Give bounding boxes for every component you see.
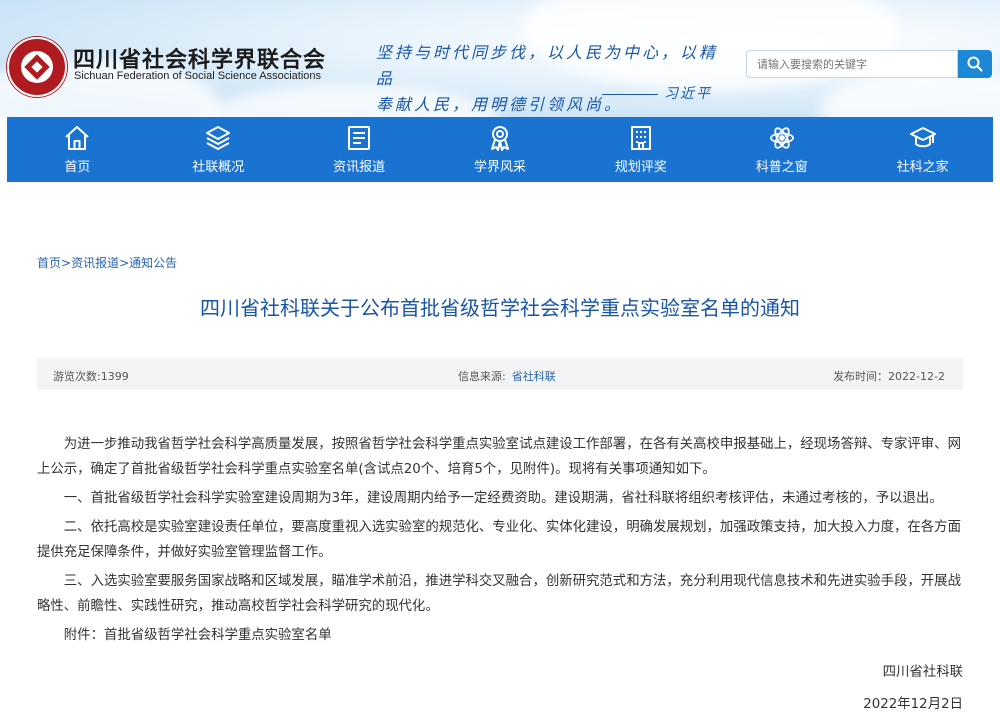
nav-item-label: 资讯报道 [333, 160, 386, 175]
site-name-english: Sichuan Federation of Social Science Ass… [74, 70, 322, 82]
breadcrumb-notice-link[interactable]: 通知公告 [129, 256, 177, 270]
dash-line [602, 93, 658, 95]
source-label: 信息来源: [458, 370, 506, 383]
breadcrumb-home-link[interactable]: 首页 [37, 256, 61, 270]
nav-item-scholars[interactable]: 学界风采 [430, 117, 571, 182]
nav-item-label: 规划评奖 [614, 160, 667, 175]
article-source: 信息来源: 省社科联 [458, 368, 556, 384]
graduation-cap-icon [909, 127, 936, 148]
layers-icon [206, 126, 231, 150]
header-quote: 坚持与时代同步伐，以人民为中心，以精品 奉献人民，用明德引领风尚。 [376, 40, 736, 117]
signature: 四川省社科联 [882, 665, 963, 680]
main-nav: 首页 社联概况 资讯报道 学界风采 规划评奖 科普之窗 社科之家 [7, 117, 993, 182]
attachment-line[interactable]: 附件：首批省级哲学社会科学重点实验室名单 [37, 623, 963, 648]
search-button[interactable] [958, 50, 992, 78]
nav-item-label: 首页 [64, 160, 91, 175]
breadcrumb: 首页>资讯报道>通知公告 [37, 254, 177, 271]
home-icon [65, 126, 90, 150]
nav-item-planning[interactable]: 规划评奖 [570, 117, 711, 182]
nav-item-news[interactable]: 资讯报道 [289, 117, 430, 182]
atom-icon [769, 127, 794, 149]
publish-date: 发布时间：2022-12-2 [833, 370, 945, 383]
federation-emblem-logo[interactable] [7, 37, 67, 97]
nav-item-home-of-social-science[interactable]: 社科之家 [852, 117, 993, 182]
news-icon [348, 126, 371, 150]
quote-author: 习近平 [602, 83, 712, 103]
award-icon [491, 126, 509, 151]
article-paragraph: 为进一步推动我省哲学社会科学高质量发展，按照省哲学社会科学重点实验室试点建设工作… [37, 437, 961, 477]
breadcrumb-news-link[interactable]: 资讯报道 [71, 256, 119, 270]
article-paragraph: 一、首批省级哲学社会科学实验室建设周期为3年，建设周期内给予一定经费资助。建设期… [63, 491, 943, 506]
search-input[interactable] [746, 50, 958, 78]
nav-item-label: 社科之家 [896, 160, 949, 175]
nav-item-label: 科普之窗 [755, 160, 808, 175]
breadcrumb-separator: > [119, 256, 130, 270]
breadcrumb-separator: > [61, 256, 72, 270]
nav-item-label: 学界风采 [474, 160, 527, 175]
article-meta-bar: 游览次数:1399 信息来源: 省社科联 发布时间：2022-12-2 [37, 358, 963, 390]
nav-item-overview[interactable]: 社联概况 [148, 117, 289, 182]
nav-item-science[interactable]: 科普之窗 [711, 117, 852, 182]
article-title: 四川省社科联关于公布首批省级哲学社会科学重点实验室名单的通知 [200, 296, 800, 320]
site-header: 四川省社会科学界联合会 Sichuan Federation of Social… [0, 0, 1000, 117]
quote-author-name: 习近平 [664, 86, 712, 102]
search-icon [967, 56, 983, 72]
source-value: 省社科联 [511, 370, 556, 383]
article-paragraph: 二、依托高校是实验室建设责任单位，要高度重视入选实验室的规范化、专业化、实体化建… [37, 520, 961, 560]
signature-date: 2022年12月2日 [863, 697, 963, 712]
building-icon [630, 126, 651, 150]
nav-item-label: 社联概况 [192, 160, 245, 175]
nav-item-home[interactable]: 首页 [7, 117, 148, 182]
article-paragraph: 三、入选实验室要服务国家战略和区域发展，瞄准学术前沿，推进学科交叉融合，创新研究… [37, 574, 961, 614]
view-count: 游览次数:1399 [53, 370, 129, 383]
article-content: 为进一步推动我省哲学社会科学高质量发展，按照省哲学社会科学重点实验室试点建设工作… [37, 432, 963, 652]
